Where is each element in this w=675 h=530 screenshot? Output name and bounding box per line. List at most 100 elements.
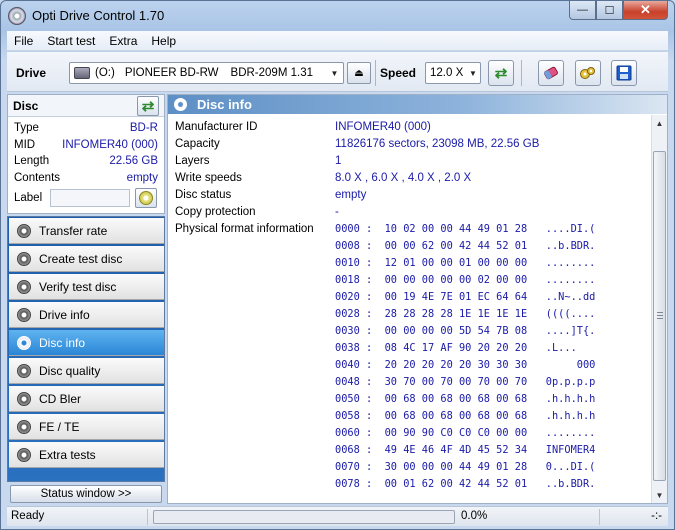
disc-icon [17,279,31,294]
scroll-thumb[interactable] [653,151,666,481]
config-button[interactable] [575,60,601,86]
vertical-scrollbar[interactable]: ▲ ▼ [651,115,667,503]
eject-icon: ⏏ [354,67,364,79]
refresh-icon: ⇄ [141,97,155,115]
cd-icon [139,191,153,205]
info-key: Physical format information [175,223,314,235]
speed-value: 12.0 X [430,67,464,79]
grip-line [657,312,663,313]
status-divider [147,509,148,525]
info-key: Manufacturer ID [175,121,258,133]
disc-label-button[interactable] [135,188,157,208]
nav-cd-bler[interactable]: CD Bler [9,386,164,412]
status-text: Ready [11,510,45,522]
window-controls: — ☐ ✕ [569,1,668,21]
drive-select[interactable]: (O:) PIONEER BD-RW BDR-209M 1.31 ▼ [69,62,344,84]
scroll-up-icon[interactable]: ▲ [652,115,667,131]
disc-icon [17,251,31,266]
info-value: - [335,206,339,218]
disc-mid-row: MID INFOMER40 (000) [8,137,164,154]
status-window-button[interactable]: Status window >> [10,485,162,503]
toolbar-divider [521,60,522,86]
info-row-disc-status: Disc status empty [168,186,652,203]
nav-disc-info[interactable]: Disc info [9,330,164,356]
nav-label: CD Bler [39,391,82,406]
menu-bar: File Start test Extra Help [7,31,668,51]
nav-label: Transfer rate [39,223,108,238]
disc-info-icon [174,98,187,111]
hex-dump-row: 0010 : 12 01 00 00 01 00 00 00 ........ [335,257,596,269]
refresh-button[interactable]: ⇄ [488,60,514,86]
grip-line [657,315,663,316]
erase-icon [544,66,558,80]
menu-help[interactable]: Help [144,34,183,48]
info-key: Capacity [175,138,220,150]
speed-label: Speed [380,66,417,80]
elapsed-time: -:- [651,510,662,522]
hex-dump-row: 0050 : 00 68 00 68 00 68 00 68 .h.h.h.h [335,393,596,405]
minimize-button[interactable]: — [569,1,596,20]
left-panel: Disc ⇄ Type BD-R MID INFOMER40 (000) Len… [7,94,165,504]
menu-start-test[interactable]: Start test [40,34,102,48]
disc-contents-row: Contents empty [8,170,164,187]
nav-label: Extra tests [39,447,96,462]
hex-dump-row: 0008 : 00 00 62 00 42 44 52 01 ..b.BDR. [335,240,596,252]
hex-dump-row: 0070 : 30 00 00 00 44 49 01 28 0...DI.( [335,461,596,473]
disc-field-label: Contents [14,171,61,184]
speed-select[interactable]: 12.0 X ▼ [425,62,481,84]
test-navigation: Transfer rate Create test disc Verify te… [7,216,165,482]
info-key: Copy protection [175,206,256,218]
nav-label: Drive info [39,307,90,322]
nav-extra-tests[interactable]: Extra tests [9,442,164,468]
grip-line [657,318,663,319]
status-bar: Ready 0.0% -:- [7,506,668,526]
info-row-copy-protection: Copy protection - [168,203,652,220]
hex-dump-row: 0020 : 00 19 4E 7E 01 EC 64 64 ..N~..dd [335,291,596,303]
menu-extra[interactable]: Extra [102,34,144,48]
info-value: 1 [335,155,342,167]
disc-field-label: Type [14,122,39,134]
nav-drive-info[interactable]: Drive info [9,302,164,328]
disc-label-input[interactable] [50,189,130,207]
chevron-down-icon[interactable]: ▼ [326,63,343,83]
disc-info-panel: Disc info Manufacturer ID INFOMER40 (000… [167,94,668,504]
close-button[interactable]: ✕ [623,1,668,20]
nav-verify-test-disc[interactable]: Verify test disc [9,274,164,300]
hex-dump-row: 0058 : 00 68 00 68 00 68 00 68 .h.h.h.h [335,410,596,422]
disc-icon [17,419,31,434]
disc-label-row: Label [8,186,164,210]
info-row-manufacturer-id: Manufacturer ID INFOMER40 (000) [168,118,652,135]
scroll-down-icon[interactable]: ▼ [652,487,667,503]
info-row-capacity: Capacity 11826176 sectors, 23098 MB, 22.… [168,135,652,152]
nav-label: Verify test disc [39,279,117,294]
save-button[interactable] [611,60,637,86]
info-key: Write speeds [175,172,242,184]
disc-type-row: Type BD-R [8,120,164,137]
nav-create-test-disc[interactable]: Create test disc [9,246,164,272]
eject-button[interactable]: ⏏ [347,62,371,84]
title-bar[interactable]: Opti Drive Control 1.70 — ☐ ✕ [1,1,674,31]
disc-refresh-button[interactable]: ⇄ [137,96,159,116]
info-value: empty [335,189,367,201]
nav-transfer-rate[interactable]: Transfer rate [9,218,164,244]
nav-disc-quality[interactable]: Disc quality [9,358,164,384]
disc-info-table: Manufacturer ID INFOMER40 (000) Capacity… [168,115,652,503]
maximize-button[interactable]: ☐ [596,1,623,20]
drive-model: BDR-209M 1.31 [230,67,313,79]
hex-dump-row: 0040 : 20 20 20 20 20 30 30 30 000 [335,359,596,371]
disc-type-value: BD-R [129,122,158,134]
chevron-down-icon[interactable]: ▼ [466,63,480,83]
disc-header: Disc ⇄ [8,95,164,117]
disc-contents-value: empty [126,171,158,184]
nav-label: Disc quality [39,363,101,378]
erase-button[interactable] [538,60,564,86]
drive-name: PIONEER BD-RW [124,67,219,79]
hex-dump-row: 0060 : 00 90 90 C0 C0 C0 00 00 ........ [335,427,596,439]
hex-dump-row: 0028 : 28 28 28 28 1E 1E 1E 1E ((((.... [335,308,596,320]
info-value: 8.0 X , 6.0 X , 4.0 X , 2.0 X [335,172,472,184]
nav-fe-te[interactable]: FE / TE [9,414,164,440]
info-row-write-speeds: Write speeds 8.0 X , 6.0 X , 4.0 X , 2.0… [168,169,652,186]
info-key: Layers [175,155,210,167]
menu-file[interactable]: File [7,34,40,48]
info-value: 11826176 sectors, 23098 MB, 22.56 GB [335,138,540,150]
